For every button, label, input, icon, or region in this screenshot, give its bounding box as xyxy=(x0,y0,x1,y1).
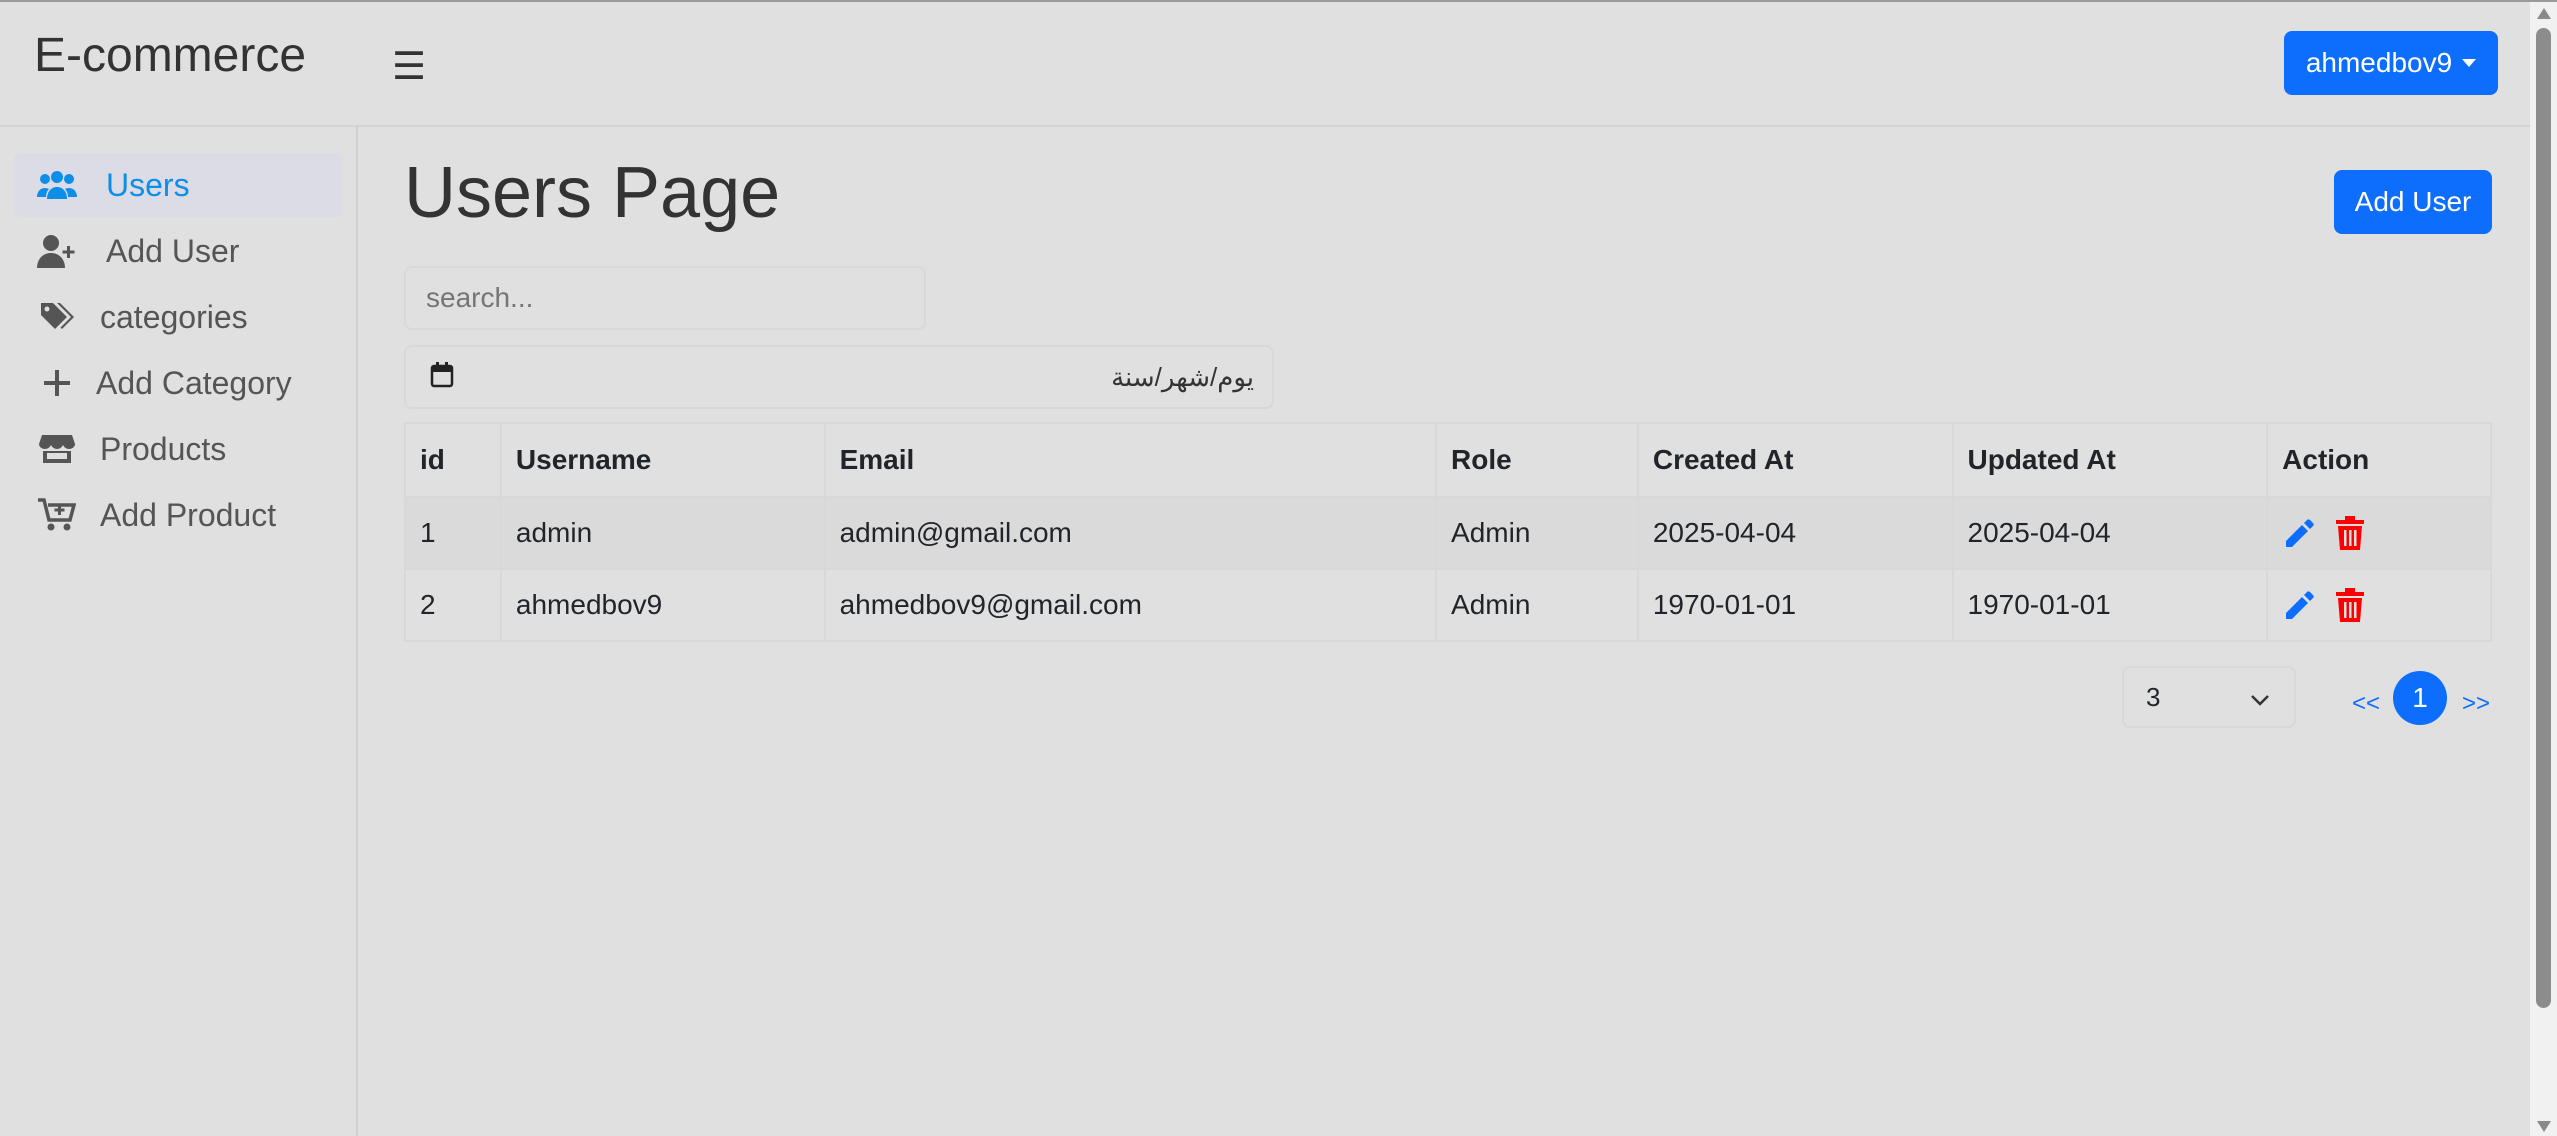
user-menu-label: ahmedbov9 xyxy=(2305,47,2453,78)
scroll-thumb[interactable] xyxy=(2536,28,2551,1008)
sidebar-item-categories[interactable]: categories xyxy=(14,285,342,349)
hamburger-icon[interactable]: ☰ xyxy=(392,44,426,89)
sidebar: Users Add User categories Add Category P… xyxy=(0,125,358,1136)
table-row: 2 ahmedbov9 ahmedbov9@gmail.com Admin 19… xyxy=(404,568,2492,642)
brand-title[interactable]: E-commerce xyxy=(34,28,306,83)
delete-icon[interactable] xyxy=(2336,588,2365,622)
per-page-value: 3 xyxy=(2146,681,2161,712)
scrollbar[interactable] xyxy=(2530,2,2557,1136)
cell-updated-at: 2025-04-04 xyxy=(1951,496,2269,570)
cell-created-at: 1970-01-01 xyxy=(1636,568,1954,642)
column-header-action: Action xyxy=(2266,422,2492,498)
sidebar-item-label: Products xyxy=(100,430,227,467)
cell-role: Admin xyxy=(1435,568,1639,642)
edit-icon[interactable] xyxy=(2282,517,2314,549)
sidebar-item-add-product[interactable]: Add Product xyxy=(14,483,342,547)
cell-role: Admin xyxy=(1435,496,1639,570)
search-input[interactable] xyxy=(404,266,926,330)
cell-created-at: 2025-04-04 xyxy=(1636,496,1954,570)
table-row: 1 admin admin@gmail.com Admin 2025-04-04… xyxy=(404,496,2492,570)
per-page-select[interactable]: 3 xyxy=(2122,666,2296,728)
cell-username: ahmedbov9 xyxy=(499,568,826,642)
tags-icon xyxy=(36,296,78,338)
scroll-up-icon[interactable] xyxy=(2537,8,2551,19)
caret-down-icon xyxy=(2462,59,2477,67)
sidebar-item-users[interactable]: Users xyxy=(14,153,342,217)
cell-actions xyxy=(2266,568,2492,642)
top-navbar: E-commerce ☰ ahmedbov9 xyxy=(0,2,2530,127)
edit-icon[interactable] xyxy=(2282,589,2314,621)
date-placeholder: يوم/شهر/سنة xyxy=(1111,361,1254,392)
table-header-row: id Username Email Role Created At Update… xyxy=(404,422,2492,498)
column-header-username: Username xyxy=(499,422,826,498)
column-header-email: Email xyxy=(823,422,1438,498)
cell-id: 1 xyxy=(404,496,502,570)
column-header-updated-at: Updated At xyxy=(1951,422,2269,498)
cart-plus-icon xyxy=(36,494,78,536)
cell-username: admin xyxy=(499,496,826,570)
cell-updated-at: 1970-01-01 xyxy=(1951,568,2269,642)
cell-email: admin@gmail.com xyxy=(823,496,1438,570)
add-user-button[interactable]: Add User xyxy=(2334,170,2492,234)
page-title: Users Page xyxy=(404,153,781,233)
pagination-next[interactable]: >> xyxy=(2462,690,2490,718)
chevron-down-icon xyxy=(2250,682,2270,713)
sidebar-item-add-user[interactable]: Add User xyxy=(14,219,342,283)
sidebar-item-label: Add Category xyxy=(96,364,292,401)
user-plus-icon xyxy=(36,230,78,272)
column-header-created-at: Created At xyxy=(1636,422,1954,498)
users-icon xyxy=(36,164,78,206)
user-menu-button[interactable]: ahmedbov9 xyxy=(2284,31,2498,95)
delete-icon[interactable] xyxy=(2336,516,2365,550)
users-table: id Username Email Role Created At Update… xyxy=(404,422,2492,642)
column-header-role: Role xyxy=(1435,422,1639,498)
calendar-icon[interactable] xyxy=(430,361,454,393)
sidebar-item-label: categories xyxy=(100,298,248,335)
column-header-id: id xyxy=(404,422,502,498)
sidebar-item-label: Add Product xyxy=(100,496,277,533)
pagination-current-page[interactable]: 1 xyxy=(2393,671,2447,725)
pagination-prev[interactable]: << xyxy=(2352,690,2380,718)
cell-id: 2 xyxy=(404,568,502,642)
scroll-down-icon[interactable] xyxy=(2537,1121,2551,1132)
store-icon xyxy=(36,428,78,470)
sidebar-item-label: Add User xyxy=(106,232,240,269)
cell-actions xyxy=(2266,496,2492,570)
sidebar-item-add-category[interactable]: Add Category xyxy=(14,351,342,415)
cell-email: ahmedbov9@gmail.com xyxy=(823,568,1438,642)
sidebar-item-label: Users xyxy=(106,166,190,203)
sidebar-item-products[interactable]: Products xyxy=(14,417,342,481)
date-filter-input[interactable]: يوم/شهر/سنة xyxy=(404,345,1274,409)
plus-icon xyxy=(36,362,78,404)
